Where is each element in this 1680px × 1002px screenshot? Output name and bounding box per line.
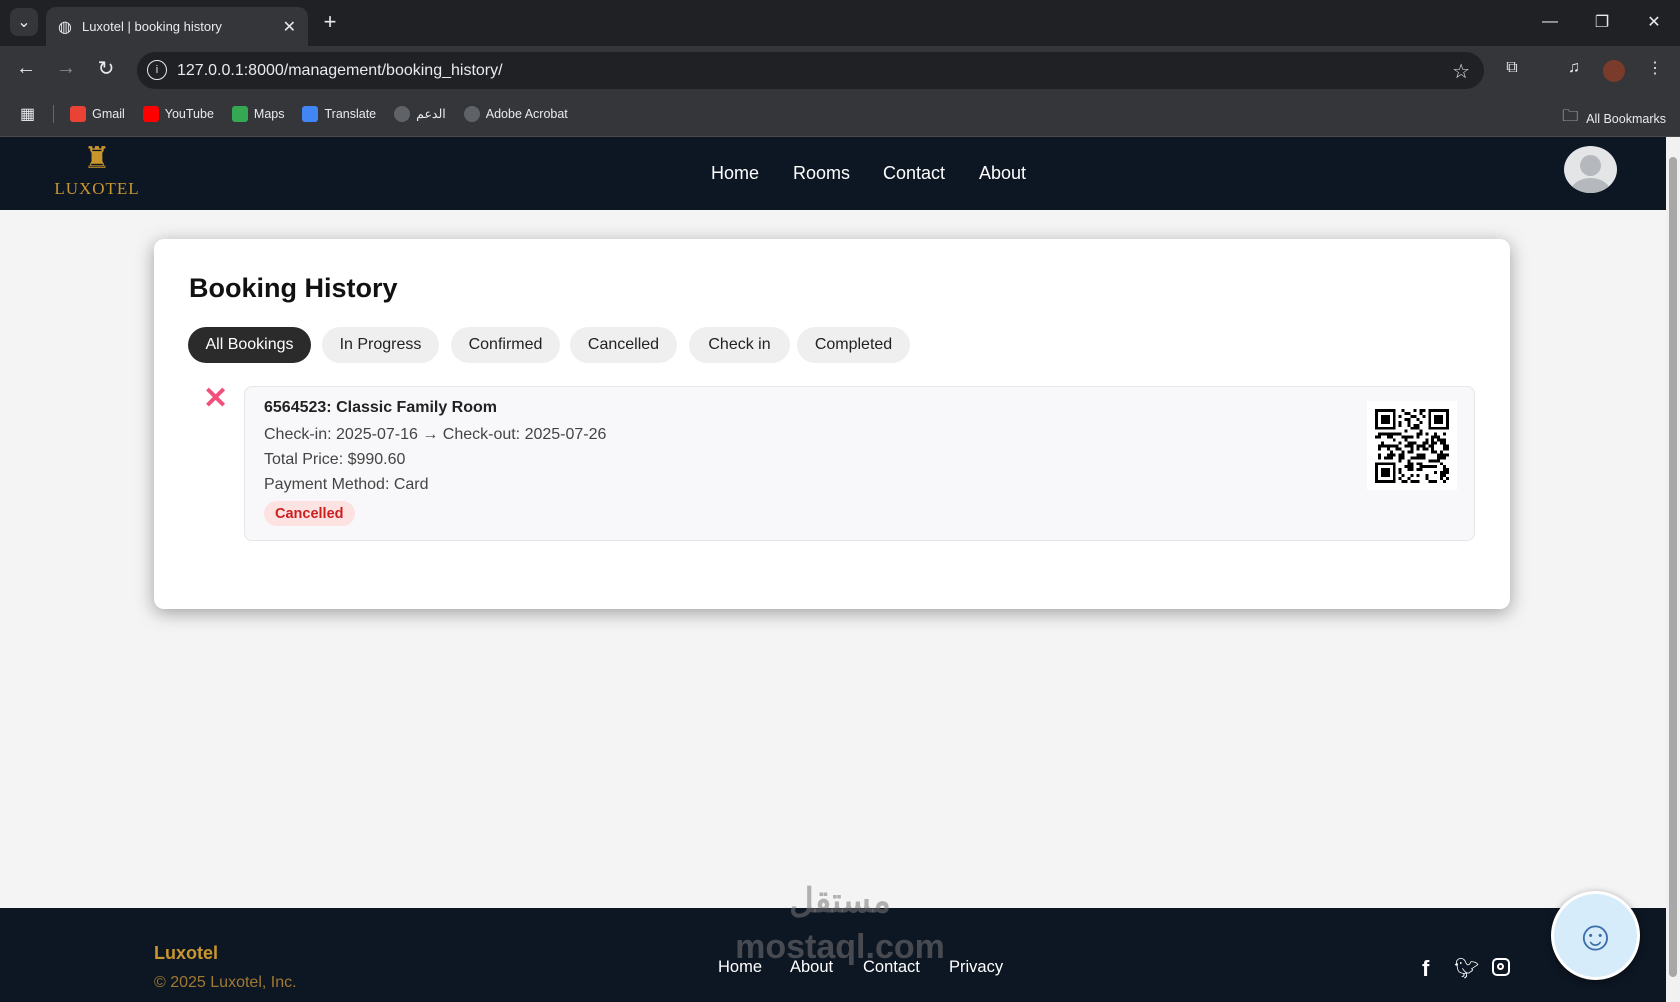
chatbot-button[interactable]: ☺ — [1551, 891, 1640, 980]
logo-text: LUXOTEL — [54, 179, 140, 198]
profile-avatar[interactable] — [1603, 60, 1625, 82]
twitter-icon[interactable]: 🐦︎ — [1454, 956, 1479, 981]
bookmark-item[interactable]: Translate — [302, 105, 377, 122]
booking-title: 6564523: Classic Family Room — [264, 399, 498, 416]
folder-icon: 🗀 — [1562, 108, 1579, 125]
scrollbar[interactable] — [1666, 137, 1680, 1002]
globe-icon — [394, 105, 411, 122]
reload-button[interactable]: ↻ — [94, 56, 118, 80]
cancel-booking-icon[interactable]: ✕ — [203, 384, 228, 414]
status-badge: Cancelled — [264, 501, 355, 526]
maps-icon — [231, 105, 248, 122]
qr-code[interactable] — [1367, 401, 1457, 490]
footer-copyright: © 2025 Luxotel, Inc. — [154, 974, 297, 991]
booking-payment: Payment Method: Card — [264, 476, 429, 493]
user-avatar[interactable] — [1564, 146, 1617, 193]
tab-search-button[interactable]: ⌄ — [10, 8, 38, 36]
back-button[interactable]: ← — [14, 56, 38, 80]
bookmark-label: Adobe Acrobat — [485, 106, 568, 121]
site-navbar: ♜ LUXOTEL Home Rooms Contact About — [0, 137, 1666, 210]
footer-brand: Luxotel — [154, 943, 219, 963]
site-info-icon[interactable]: i — [147, 60, 167, 80]
url-text: 127.0.0.1:8000/management/booking_histor… — [177, 61, 503, 79]
booking-dates: Check-in: 2025-07-16 → Check-out: 2025-0… — [264, 426, 607, 443]
translate-icon — [302, 105, 319, 122]
filter-tab[interactable]: All Bookings — [188, 327, 311, 363]
robot-icon: ☺ — [1574, 911, 1617, 959]
footer-link-contact[interactable]: Contact — [863, 958, 920, 977]
watermark: مستقل mostaql.com — [735, 882, 945, 966]
scrollbar-thumb[interactable] — [1669, 157, 1677, 977]
globe-icon: ◍ — [58, 18, 72, 36]
media-icon[interactable]: ♫ — [1562, 56, 1586, 80]
nav-rooms[interactable]: Rooms — [793, 163, 850, 184]
footer-link-home[interactable]: Home — [718, 958, 762, 977]
address-bar[interactable]: i 127.0.0.1:8000/management/booking_hist… — [137, 52, 1484, 89]
bookmark-item[interactable]: YouTube — [142, 105, 214, 122]
menu-icon[interactable]: ⋮ — [1645, 56, 1665, 80]
close-tab-icon[interactable]: ✕ — [283, 17, 296, 37]
filter-tab[interactable]: Check in — [689, 327, 790, 363]
filter-tab[interactable]: Confirmed — [451, 327, 560, 363]
facebook-icon[interactable]: f — [1422, 956, 1429, 982]
nav-about[interactable]: About — [979, 163, 1026, 184]
new-tab-button[interactable]: + — [318, 9, 342, 34]
bookmark-label: YouTube — [164, 106, 214, 121]
bookmark-label: الدعم — [416, 107, 446, 121]
page-title: Booking History — [189, 273, 398, 303]
bookmarks-bar: ▦ Gmail YouTube Maps Translate الدعم Adobe Ac… — [0, 91, 1680, 137]
extensions-icon[interactable]: ⧉ — [1500, 56, 1524, 80]
footer-link-privacy[interactable]: Privacy — [949, 958, 1003, 977]
browser-tab[interactable]: ◍ Luxotel | booking history ✕ — [46, 7, 308, 46]
youtube-icon — [142, 105, 159, 122]
restore-button[interactable]: ❐ — [1590, 10, 1614, 34]
booking-price: Total Price: $990.60 — [264, 451, 406, 468]
forward-button[interactable]: → — [54, 56, 78, 80]
nav-home[interactable]: Home — [711, 163, 759, 184]
bookmark-label: Maps — [253, 106, 285, 121]
browser-tab-bar: ⌄ ◍ Luxotel | booking history ✕ + — ❐ ✕ — [0, 0, 1680, 46]
all-bookmarks[interactable]: 🗀 All Bookmarks — [1562, 105, 1666, 132]
filter-tab[interactable]: Cancelled — [570, 327, 677, 363]
filter-tab[interactable]: In Progress — [322, 327, 439, 363]
logo-crown-building-icon: ♜ — [83, 142, 111, 175]
globe-icon — [463, 105, 480, 122]
nav-contact[interactable]: Contact — [883, 163, 945, 184]
bookmark-item[interactable]: Gmail — [70, 105, 125, 122]
logo[interactable]: ♜ LUXOTEL — [50, 139, 144, 199]
bookmark-item[interactable]: Adobe Acrobat — [463, 105, 568, 122]
footer-link-about[interactable]: About — [790, 958, 833, 977]
bookmark-item[interactable]: الدعم — [394, 105, 446, 122]
apps-icon[interactable]: ▦ — [20, 104, 35, 124]
bookmark-label: Gmail — [92, 106, 125, 121]
tab-title: Luxotel | booking history — [81, 19, 222, 34]
filter-tab[interactable]: Completed — [797, 327, 910, 363]
bookmark-item[interactable]: Maps — [231, 105, 285, 122]
site-footer: Luxotel © 2025 Luxotel, Inc. مستقل mosta… — [0, 882, 1666, 1002]
close-window-button[interactable]: ✕ — [1642, 10, 1666, 34]
all-bookmarks-label: All Bookmarks — [1586, 111, 1666, 126]
gmail-icon — [70, 105, 87, 122]
star-icon[interactable]: ☆ — [1452, 59, 1470, 84]
bookmark-label: Translate — [324, 106, 377, 121]
minimize-button[interactable]: — — [1538, 10, 1562, 34]
instagram-icon[interactable] — [1492, 958, 1510, 976]
